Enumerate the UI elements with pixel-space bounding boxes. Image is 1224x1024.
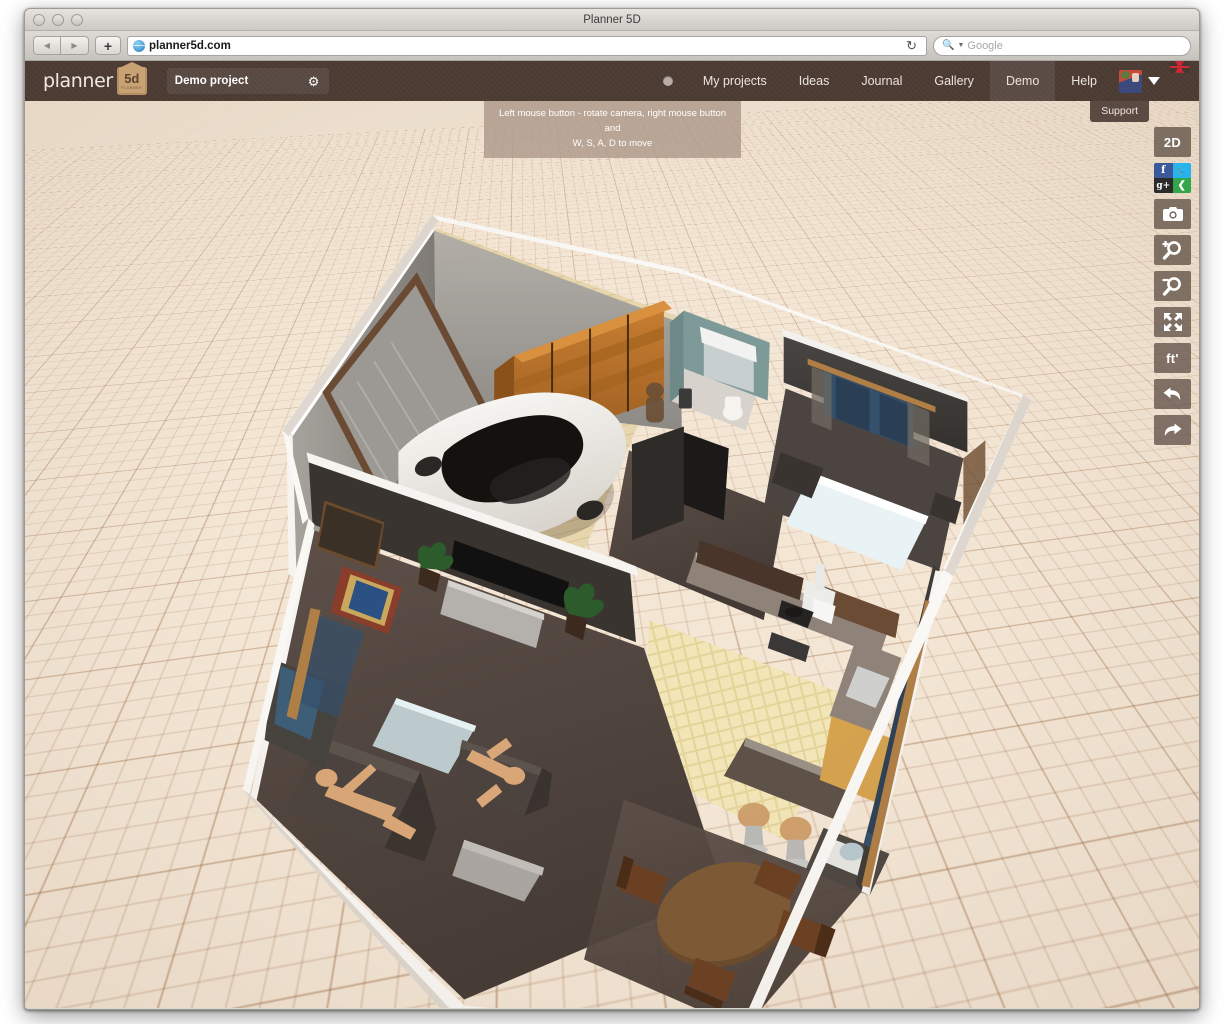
browser-toolbar: ◀ ▶ + planner5d.com ↻ 🔍 ▼ Google xyxy=(25,31,1199,61)
dot-icon[interactable] xyxy=(655,61,687,101)
nav-item-journal[interactable]: Journal xyxy=(845,61,918,101)
search-input[interactable]: 🔍 ▼ Google xyxy=(933,36,1191,56)
zoom-out-button[interactable] xyxy=(1154,271,1191,301)
app-header: planner 5d PLANNER Demo project ⚙ My pro… xyxy=(25,61,1199,101)
chevron-down-icon[interactable] xyxy=(1148,77,1160,85)
redo-button[interactable] xyxy=(1154,415,1191,445)
reload-icon[interactable]: ↻ xyxy=(902,38,921,54)
nav-item-my-projects[interactable]: My projects xyxy=(687,61,783,101)
planner5d-logo[interactable]: planner 5d PLANNER xyxy=(43,67,147,95)
logo-wordmark: planner xyxy=(43,70,113,92)
window-title: Planner 5D xyxy=(25,9,1199,31)
undo-icon xyxy=(1162,385,1183,404)
hint-line-1: Left mouse button - rotate camera, right… xyxy=(492,106,733,136)
hint-line-2: W, S, A, D to move xyxy=(492,136,733,151)
plus-icon[interactable]: + xyxy=(95,36,121,55)
twitter-icon[interactable]: 🐦 xyxy=(1173,163,1192,178)
address-bar[interactable]: planner5d.com ↻ xyxy=(127,36,927,56)
zoom-out-icon xyxy=(1162,276,1183,297)
minimize-window-button[interactable] xyxy=(52,14,64,26)
page-content: planner 5d PLANNER Demo project ⚙ My pro… xyxy=(25,61,1199,1008)
globe-icon xyxy=(133,40,145,52)
logo-badge-icon: 5d PLANNER xyxy=(117,67,147,95)
nav-item-gallery[interactable]: Gallery xyxy=(918,61,990,101)
social-share-button[interactable]: f 🐦 g+ ❮ xyxy=(1154,163,1191,193)
navigation-buttons: ◀ ▶ xyxy=(33,36,89,55)
nav-item-ideas[interactable]: Ideas xyxy=(783,61,846,101)
close-window-button[interactable] xyxy=(33,14,45,26)
project-name: Demo project xyxy=(175,75,249,87)
units-button[interactable]: ft' xyxy=(1154,343,1191,373)
logo-badge-subtext: PLANNER xyxy=(121,86,142,90)
search-placeholder: Google xyxy=(967,40,1002,52)
view-mode-2d-button[interactable]: 2D xyxy=(1154,127,1191,157)
fullscreen-button[interactable] xyxy=(1154,307,1191,337)
nav-item-demo[interactable]: Demo xyxy=(990,61,1055,101)
expand-icon xyxy=(1163,312,1183,332)
address-text: planner5d.com xyxy=(149,40,231,52)
camera-controls-hint: Left mouse button - rotate camera, right… xyxy=(484,101,741,158)
user-menu[interactable] xyxy=(1113,61,1170,101)
forward-arrow-icon[interactable]: ▶ xyxy=(61,36,89,55)
maximize-window-button[interactable] xyxy=(71,14,83,26)
main-navigation: My projects Ideas Journal Gallery Demo H… xyxy=(655,61,1199,101)
googleplus-icon[interactable]: g+ xyxy=(1154,178,1173,193)
back-arrow-icon[interactable]: ◀ xyxy=(33,36,61,55)
undo-button[interactable] xyxy=(1154,379,1191,409)
magnifier-icon: 🔍 xyxy=(942,40,954,51)
window-controls[interactable] xyxy=(33,14,83,26)
project-selector[interactable]: Demo project ⚙ xyxy=(167,68,329,94)
house-ground-shadow xyxy=(195,196,1045,1008)
screenshot-camera-button[interactable] xyxy=(1154,199,1191,229)
share-icon[interactable]: ❮ xyxy=(1173,178,1192,193)
viewport-toolbar: 2D f 🐦 g+ ❮ xyxy=(1154,127,1191,445)
chevron-down-icon[interactable]: ▼ xyxy=(957,42,964,49)
avatar[interactable] xyxy=(1119,70,1142,93)
browser-title-bar: Planner 5D xyxy=(25,9,1199,31)
logo-badge-text: 5d xyxy=(124,72,139,85)
camera-icon xyxy=(1163,206,1183,222)
floorplan-3d-viewport[interactable]: Left mouse button - rotate camera, right… xyxy=(25,101,1199,1008)
zoom-in-icon xyxy=(1162,240,1183,261)
support-button[interactable]: Support xyxy=(1090,101,1149,122)
gear-icon[interactable]: ⚙ xyxy=(308,75,321,88)
facebook-icon[interactable]: f xyxy=(1154,163,1173,178)
browser-window: Planner 5D ◀ ▶ + planner5d.com ↻ 🔍 ▼ Goo… xyxy=(24,8,1200,1010)
nav-item-help[interactable]: Help xyxy=(1055,61,1113,101)
redo-icon xyxy=(1162,421,1183,440)
uk-flag-icon[interactable] xyxy=(1170,61,1189,73)
zoom-in-button[interactable] xyxy=(1154,235,1191,265)
